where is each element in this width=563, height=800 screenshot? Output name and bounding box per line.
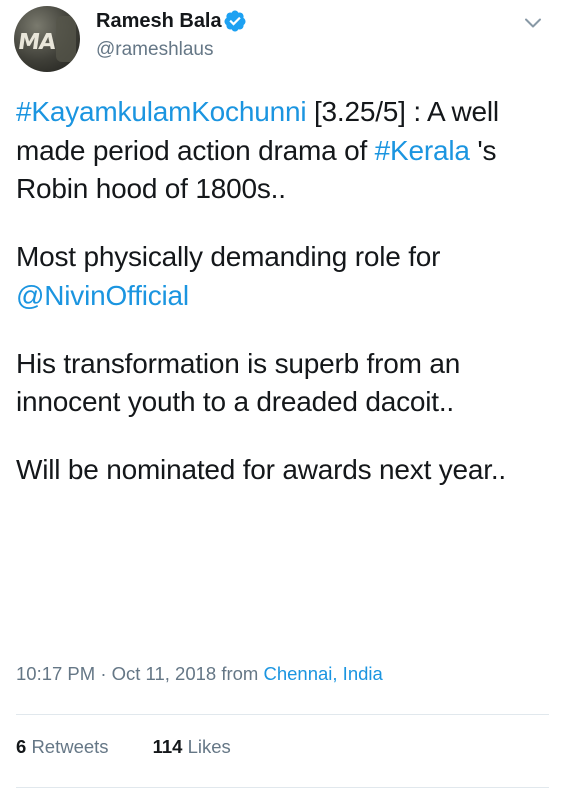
avatar[interactable]: MA <box>14 6 80 72</box>
retweets-stat[interactable]: 6 Retweets <box>16 736 109 758</box>
tweet-stats: 6 Retweets 114 Likes <box>16 736 231 758</box>
from-label: from <box>216 663 264 684</box>
tweet-paragraph-2: Most physically demanding role for @Nivi… <box>16 238 551 315</box>
chevron-down-icon[interactable] <box>521 11 545 35</box>
verified-badge-icon <box>224 10 246 32</box>
meta-separator: · <box>95 663 112 684</box>
tweet-date[interactable]: Oct 11, 2018 <box>112 663 217 684</box>
likes-label: Likes <box>187 736 231 757</box>
tweet-metadata: 10:17 PM · Oct 11, 2018 from Chennai, In… <box>16 663 383 685</box>
retweets-label: Retweets <box>31 736 109 757</box>
author-name[interactable]: Ramesh Bala <box>96 10 222 33</box>
tweet-paragraph-4: Will be nominated for awards next year.. <box>16 454 507 485</box>
retweets-count: 6 <box>16 736 27 757</box>
avatar-shadow <box>56 16 76 62</box>
mention-nivinofficial[interactable]: @NivinOfficial <box>16 280 189 311</box>
tweet-paragraph-3: His transformation is superb from an inn… <box>16 347 461 418</box>
avatar-text: MA <box>16 30 57 55</box>
tweet-header: MA Ramesh Bala @rameshlaus <box>0 0 563 80</box>
hashtag-kayamkulamkochunni[interactable]: #KayamkulamKochunni <box>16 96 307 127</box>
tweet-time[interactable]: 10:17 PM <box>16 663 95 684</box>
tweet-paragraph-1: #KayamkulamKochunni [3.25/5] : A well ma… <box>16 93 551 209</box>
hashtag-kerala[interactable]: #Kerala <box>375 135 470 166</box>
likes-stat[interactable]: 114 Likes <box>153 736 231 758</box>
likes-count: 114 <box>152 736 183 757</box>
divider-top <box>16 714 549 715</box>
author-handle[interactable]: @rameshlaus <box>96 39 214 61</box>
tweet-text-segment: Most physically demanding role for <box>16 241 441 272</box>
tweet-text: #KayamkulamKochunni [3.25/5] : A well ma… <box>16 93 551 490</box>
tweet-location-link[interactable]: Chennai, India <box>263 663 382 684</box>
divider-bottom <box>16 787 549 788</box>
